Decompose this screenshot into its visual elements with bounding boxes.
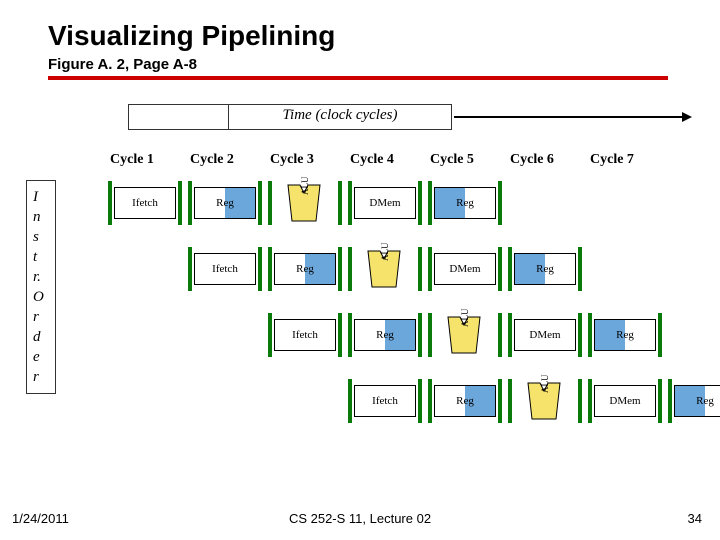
- stage-label: ALU: [460, 309, 470, 328]
- stage-dmem: DMem: [430, 249, 500, 289]
- stage-label: Ifetch: [212, 263, 238, 275]
- stage-label: Ifetch: [372, 395, 398, 407]
- instr-char: d: [33, 327, 53, 347]
- cycle-header: Cycle 6: [510, 152, 590, 168]
- stage-reg-read: Reg: [270, 249, 340, 289]
- instr-char: r: [33, 367, 53, 387]
- stage-alu: ALU: [270, 183, 340, 223]
- stage-label: Reg: [376, 329, 394, 341]
- time-axis-label: Time (clock cycles): [229, 105, 451, 129]
- stage-label: DMem: [609, 395, 640, 407]
- time-axis-box: Time (clock cycles): [128, 104, 452, 130]
- cycle-header: Cycle 7: [590, 152, 670, 168]
- cycle-header: Cycle 2: [190, 152, 270, 168]
- stage-reg-write: Reg: [510, 249, 580, 289]
- stage-dmem: DMem: [350, 183, 420, 223]
- instr-order-box: I n s t r. O r d e r: [26, 180, 56, 394]
- stage-label: Reg: [456, 197, 474, 209]
- instr-char: n: [33, 207, 53, 227]
- time-axis-arrow: [454, 116, 690, 118]
- stage-label: Reg: [296, 263, 314, 275]
- slide-subtitle: Figure A. 2, Page A-8: [48, 56, 197, 73]
- stage-label: Reg: [696, 395, 714, 407]
- stage-reg-read: Reg: [430, 381, 500, 421]
- stage-dmem: DMem: [510, 315, 580, 355]
- footer-page-number: 34: [688, 511, 702, 526]
- cycle-headers: Cycle 1 Cycle 2 Cycle 3 Cycle 4 Cycle 5 …: [110, 152, 670, 168]
- stage-label: DMem: [529, 329, 560, 341]
- stage-label: ALU: [300, 177, 310, 196]
- stage-label: Ifetch: [292, 329, 318, 341]
- instr-char: O: [33, 287, 53, 307]
- cycle-header: Cycle 4: [350, 152, 430, 168]
- stage-reg-write: Reg: [670, 381, 720, 421]
- stage-ifetch: Ifetch: [110, 183, 180, 223]
- cycle-header: Cycle 1: [110, 152, 190, 168]
- stage-label: Ifetch: [132, 197, 158, 209]
- stage-label: Reg: [616, 329, 634, 341]
- instr-char: s: [33, 227, 53, 247]
- stage-label: Reg: [456, 395, 474, 407]
- stage-ifetch: Ifetch: [270, 315, 340, 355]
- cycle-header: Cycle 5: [430, 152, 510, 168]
- stage-label: ALU: [380, 243, 390, 262]
- title-underline: [48, 76, 668, 80]
- stage-reg-read: Reg: [350, 315, 420, 355]
- stage-alu: ALU: [510, 381, 580, 421]
- instr-char: e: [33, 347, 53, 367]
- footer-course: CS 252-S 11, Lecture 02: [0, 511, 720, 526]
- stage-ifetch: Ifetch: [350, 381, 420, 421]
- stage-alu: ALU: [430, 315, 500, 355]
- stage-label: Reg: [216, 197, 234, 209]
- cycle-header: Cycle 3: [270, 152, 350, 168]
- instr-char: I: [33, 187, 53, 207]
- stage-reg-write: Reg: [590, 315, 660, 355]
- stage-ifetch: Ifetch: [190, 249, 260, 289]
- time-axis-blank: [129, 105, 229, 129]
- stage-alu: ALU: [350, 249, 420, 289]
- stage-label: Reg: [536, 263, 554, 275]
- stage-dmem: DMem: [590, 381, 660, 421]
- stage-label: DMem: [369, 197, 400, 209]
- stage-label: DMem: [449, 263, 480, 275]
- stage-label: ALU: [540, 375, 550, 394]
- instr-char: r: [33, 307, 53, 327]
- slide-title: Visualizing Pipelining: [48, 20, 335, 52]
- stage-reg-write: Reg: [430, 183, 500, 223]
- instr-char: t: [33, 247, 53, 267]
- stage-reg-read: Reg: [190, 183, 260, 223]
- instr-char: r.: [33, 267, 53, 287]
